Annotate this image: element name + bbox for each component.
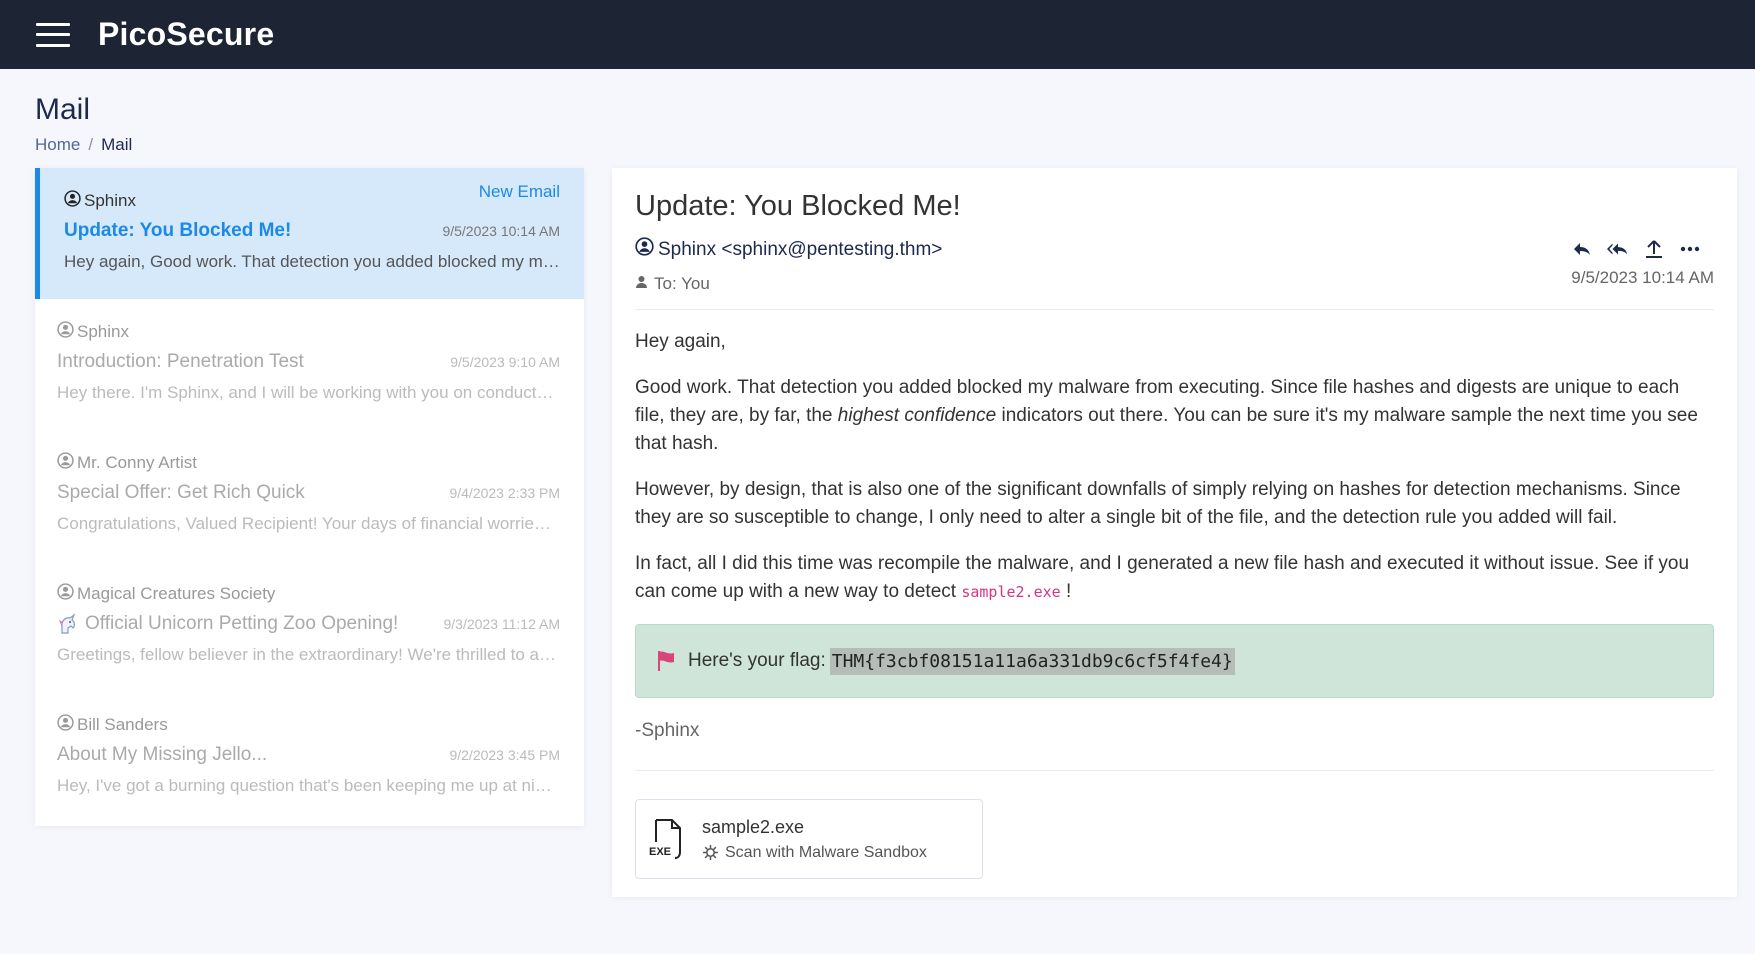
email-paragraph: However, by design, that is also one of … <box>635 479 1681 528</box>
email-to-label: To: You <box>654 274 710 293</box>
mail-sender: Magical Creatures Society <box>57 583 560 605</box>
hamburger-menu-icon[interactable] <box>36 22 70 47</box>
mail-preview: Congratulations, Valued Recipient! Your … <box>57 514 557 533</box>
page-title: Mail <box>35 93 91 126</box>
user-circle-icon <box>57 714 74 736</box>
attachment-card[interactable]: EXE sample2.exe Scan with Malware Sandbo… <box>635 799 983 879</box>
mail-date: 9/3/2023 11:12 AM <box>443 616 561 632</box>
email-actions <box>1571 238 1701 260</box>
forward-upload-icon[interactable] <box>1643 238 1665 260</box>
header-divider <box>635 309 1714 310</box>
breadcrumb-separator: / <box>88 135 94 154</box>
mail-list: Sphinx New Email Update: You Blocked Me!… <box>35 168 584 826</box>
mail-list-item[interactable]: Sphinx Introduction: Penetration Test 9/… <box>35 299 584 430</box>
email-body: Hey again, Good work. That detection you… <box>635 328 1714 606</box>
mail-preview: Hey again, Good work. That detection you… <box>64 252 564 271</box>
mail-sender: Bill Sanders <box>57 714 560 736</box>
attachment-name: sample2.exe <box>702 816 805 837</box>
mail-list-item[interactable]: Sphinx New Email Update: You Blocked Me!… <box>35 168 584 299</box>
email-paragraph: Good work. That detection you added bloc… <box>635 377 1698 454</box>
virus-icon <box>702 844 719 861</box>
mail-preview: Hey, I've got a burning question that's … <box>57 776 557 795</box>
exe-file-icon: EXE <box>648 818 684 860</box>
svg-text:EXE: EXE <box>649 846 671 858</box>
inline-code: sample2.exe <box>961 583 1061 601</box>
breadcrumb-home-link[interactable]: Home <box>35 135 80 154</box>
email-from-address: Sphinx <sphinx@pentesting.thm> <box>658 238 943 260</box>
mail-sender: Mr. Conny Artist <box>57 452 560 474</box>
breadcrumb-current: Mail <box>101 135 133 154</box>
email-signature: -Sphinx <box>635 720 700 741</box>
emphasis-text: highest confidence <box>837 405 997 426</box>
more-options-icon[interactable] <box>1679 238 1701 260</box>
reply-icon[interactable] <box>1571 238 1593 260</box>
flag-alert: Here's your flag: THM{f3cbf08151a11a6a33… <box>635 624 1714 698</box>
mail-preview: Greetings, fellow believer in the extrao… <box>57 645 557 664</box>
person-icon <box>635 274 648 294</box>
mail-date: 9/2/2023 3:45 PM <box>449 747 560 763</box>
unicorn-icon <box>57 613 79 635</box>
attachment-divider <box>635 770 1714 771</box>
mail-list-item[interactable]: Magical Creatures Society Official Unico… <box>35 561 584 692</box>
new-email-badge: New Email <box>478 182 560 201</box>
flag-label: Here's your flag: <box>688 650 826 671</box>
email-greeting: Hey again, <box>635 331 726 352</box>
user-circle-icon <box>64 190 81 212</box>
mail-date: 9/5/2023 9:10 AM <box>450 354 560 370</box>
email-from: Sphinx <sphinx@pentesting.thm> <box>635 237 1714 262</box>
email-paragraph: In fact, all I did this time was recompi… <box>635 553 1690 602</box>
email-date: 9/5/2023 10:14 AM <box>1571 268 1714 287</box>
user-circle-icon <box>57 452 74 474</box>
breadcrumb: Home / Mail <box>35 135 1755 155</box>
user-circle-icon <box>57 583 74 605</box>
user-circle-icon <box>57 321 74 343</box>
flag-value[interactable]: THM{f3cbf08151a11a6a331db9c6cf5f4fe4} <box>829 647 1235 675</box>
mail-list-item[interactable]: Bill Sanders About My Missing Jello... 9… <box>35 692 584 823</box>
mail-date: 9/5/2023 10:14 AM <box>442 223 560 239</box>
top-navbar: PicoSecure <box>0 0 1755 69</box>
user-circle-icon <box>635 237 654 262</box>
mail-date: 9/4/2023 2:33 PM <box>449 485 560 501</box>
email-reader: Update: You Blocked Me! Sphinx <sphinx@p… <box>612 168 1737 897</box>
flag-icon <box>656 650 676 672</box>
email-to: To: You <box>635 274 1714 294</box>
mail-sender: Sphinx <box>57 321 560 343</box>
brand-logo: PicoSecure <box>98 16 275 52</box>
attachment-info: sample2.exe Scan with Malware Sandbox <box>702 817 927 862</box>
mail-list-item[interactable]: Mr. Conny Artist Special Offer: Get Rich… <box>35 430 584 561</box>
reply-all-icon[interactable] <box>1607 238 1629 260</box>
mail-preview: Hey there. I'm Sphinx, and I will be wor… <box>57 383 557 402</box>
scan-sandbox-link[interactable]: Scan with Malware Sandbox <box>702 844 927 862</box>
email-subject: Update: You Blocked Me! <box>635 190 961 222</box>
